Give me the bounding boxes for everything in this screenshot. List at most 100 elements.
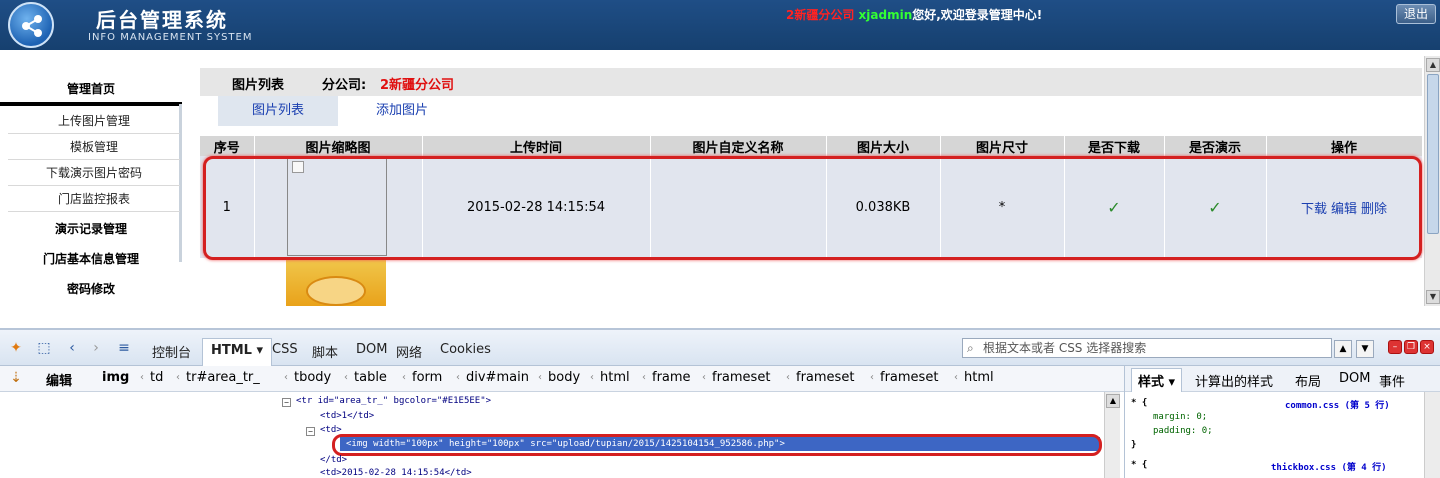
- col-header-thumbnail: 图片缩略图: [254, 136, 423, 156]
- delete-link[interactable]: 删除: [1361, 202, 1387, 217]
- tab-events[interactable]: 事件: [1379, 371, 1405, 390]
- css-property[interactable]: margin: 0;: [1153, 412, 1207, 422]
- tab-styles[interactable]: 样式 ▾: [1131, 368, 1183, 392]
- path-item[interactable]: tbody: [294, 370, 331, 385]
- firebug-icon[interactable]: ✦: [8, 340, 24, 356]
- path-item[interactable]: form: [412, 370, 442, 385]
- css-selector[interactable]: * {: [1131, 398, 1147, 408]
- tab-network[interactable]: 网络: [396, 342, 422, 361]
- path-item[interactable]: table: [354, 370, 387, 385]
- sidebar-item-upload[interactable]: 上传图片管理: [8, 108, 180, 134]
- sidebar-submenu: 上传图片管理 模板管理 下载演示图片密码 门店监控报表: [0, 104, 182, 262]
- breadcrumb: 图片列表 分公司: 2新疆分公司: [200, 68, 1422, 96]
- code-line[interactable]: <td>1</td>: [320, 411, 374, 421]
- forward-icon[interactable]: ›: [88, 340, 104, 356]
- search-next-icon[interactable]: ▼: [1356, 340, 1374, 358]
- path-item[interactable]: html: [964, 370, 994, 385]
- tab-html[interactable]: HTML ▾: [202, 338, 273, 366]
- sidebar-password[interactable]: 密码修改: [0, 280, 182, 297]
- sidebar-store-info[interactable]: 门店基本信息管理: [0, 250, 182, 267]
- detach-icon[interactable]: ❐: [1404, 340, 1418, 354]
- logo-icon: [8, 2, 54, 48]
- close-icon[interactable]: ×: [1420, 340, 1434, 354]
- thumbnail-image[interactable]: [286, 156, 387, 256]
- cell-actions: 下载 编辑 删除: [1266, 156, 1423, 258]
- path-separator-icon: ‹: [870, 372, 874, 383]
- tab-image-list[interactable]: 图片列表: [218, 96, 338, 126]
- system-title: 后台管理系统: [96, 8, 228, 32]
- search-icon: ⌕: [967, 341, 974, 355]
- path-item[interactable]: body: [548, 370, 580, 385]
- code-line[interactable]: <tr id="area_tr_" bgcolor="#E1E5EE">: [296, 396, 491, 406]
- code-line[interactable]: </td>: [320, 455, 347, 465]
- logout-button[interactable]: 退出: [1396, 4, 1436, 24]
- css-property[interactable]: padding: 0;: [1153, 426, 1213, 436]
- source-scrollbar[interactable]: ▲: [1104, 392, 1120, 478]
- thumbnail-image-next[interactable]: [286, 260, 386, 306]
- edit-button[interactable]: 编辑: [46, 370, 72, 389]
- tab-side-dom[interactable]: DOM: [1339, 371, 1370, 386]
- cell-demo: ✓: [1164, 156, 1267, 258]
- scroll-down-icon[interactable]: ▼: [1426, 290, 1440, 304]
- css-selector[interactable]: * {: [1131, 460, 1147, 470]
- path-item[interactable]: html: [600, 370, 630, 385]
- image-table: 序号 图片缩略图 上传时间 图片自定义名称 图片大小 图片尺寸 是否下载 是否演…: [200, 136, 1423, 258]
- tab-add-image[interactable]: 添加图片: [352, 96, 452, 126]
- back-icon[interactable]: ‹: [64, 340, 80, 356]
- path-item[interactable]: img: [102, 370, 129, 385]
- path-item[interactable]: td: [150, 370, 163, 385]
- path-item[interactable]: frame: [652, 370, 691, 385]
- cell-thumbnail: [254, 156, 423, 258]
- main-scrollbar[interactable]: ▲ ▼: [1424, 56, 1440, 306]
- tab-computed[interactable]: 计算出的样式: [1195, 371, 1273, 390]
- main-content: 图片列表 分公司: 2新疆分公司 图片列表 添加图片 序号 图片缩略图 上传时间…: [200, 68, 1423, 306]
- code-line[interactable]: <td>2015-02-28 14:15:54</td>: [320, 468, 472, 478]
- collapse-icon[interactable]: −: [282, 398, 291, 407]
- tab-cookies[interactable]: Cookies: [440, 342, 491, 357]
- inspect-element-icon[interactable]: ⇣: [8, 370, 24, 386]
- css-source-link[interactable]: common.css (第 5 行): [1285, 398, 1390, 411]
- path-separator-icon: ‹: [590, 372, 594, 383]
- scroll-up-icon[interactable]: ▲: [1426, 58, 1440, 72]
- path-item[interactable]: frameset: [796, 370, 854, 385]
- path-item[interactable]: frameset: [880, 370, 938, 385]
- inspect-icon[interactable]: ⬚: [36, 340, 52, 356]
- path-item[interactable]: frameset: [712, 370, 770, 385]
- branch-name: 2新疆分公司: [380, 78, 455, 93]
- tab-script[interactable]: 脚本: [312, 342, 338, 361]
- path-item[interactable]: div#main: [466, 370, 529, 385]
- tab-dom[interactable]: DOM: [356, 342, 387, 357]
- system-subtitle: INFO MANAGEMENT SYSTEM: [88, 32, 253, 43]
- sidebar-item-templates[interactable]: 模板管理: [8, 134, 180, 160]
- side-scrollbar[interactable]: [1424, 392, 1440, 478]
- tab-css[interactable]: CSS: [272, 342, 298, 357]
- minimize-icon[interactable]: –: [1388, 340, 1402, 354]
- command-line-icon[interactable]: ≡: [116, 340, 132, 356]
- col-header-size: 图片大小: [826, 136, 941, 156]
- col-header-dimensions: 图片尺寸: [940, 136, 1065, 156]
- tab-layout[interactable]: 布局: [1295, 371, 1321, 390]
- sidebar-demo-records[interactable]: 演示记录管理: [0, 220, 182, 237]
- search-prev-icon[interactable]: ▲: [1334, 340, 1352, 358]
- code-line[interactable]: <td>: [320, 425, 342, 435]
- tab-console[interactable]: 控制台: [152, 342, 191, 361]
- download-link[interactable]: 下载: [1301, 202, 1327, 217]
- welcome-user: xjadmin: [858, 8, 913, 22]
- html-breadcrumb-bar: ⇣ 编辑 img ‹ td ‹ tr#area_tr_ ‹ tbody ‹ ta…: [0, 366, 1124, 392]
- search-input[interactable]: ⌕ 根据文本或者 CSS 选择器搜索: [962, 338, 1332, 358]
- sidebar-item-download-password[interactable]: 下载演示图片密码: [8, 160, 180, 186]
- sidebar-home[interactable]: 管理首页: [0, 80, 182, 97]
- path-separator-icon: ‹: [140, 372, 144, 383]
- path-item[interactable]: tr#area_tr_: [186, 370, 260, 385]
- scroll-up-icon[interactable]: ▲: [1106, 394, 1120, 408]
- selected-node[interactable]: <img width="100px" height="100px" src="u…: [340, 437, 1100, 451]
- css-brace: }: [1131, 440, 1137, 450]
- sidebar-item-store-monitor[interactable]: 门店监控报表: [8, 186, 180, 212]
- edit-link[interactable]: 编辑: [1331, 202, 1357, 217]
- css-source-link[interactable]: thickbox.css (第 4 行): [1271, 460, 1387, 473]
- scrollbar-thumb[interactable]: [1427, 74, 1439, 234]
- col-header-demo: 是否演示: [1164, 136, 1267, 156]
- collapse-icon[interactable]: −: [306, 427, 315, 436]
- branch-label: 分公司:: [322, 78, 367, 93]
- dropdown-icon: ▾: [256, 343, 264, 358]
